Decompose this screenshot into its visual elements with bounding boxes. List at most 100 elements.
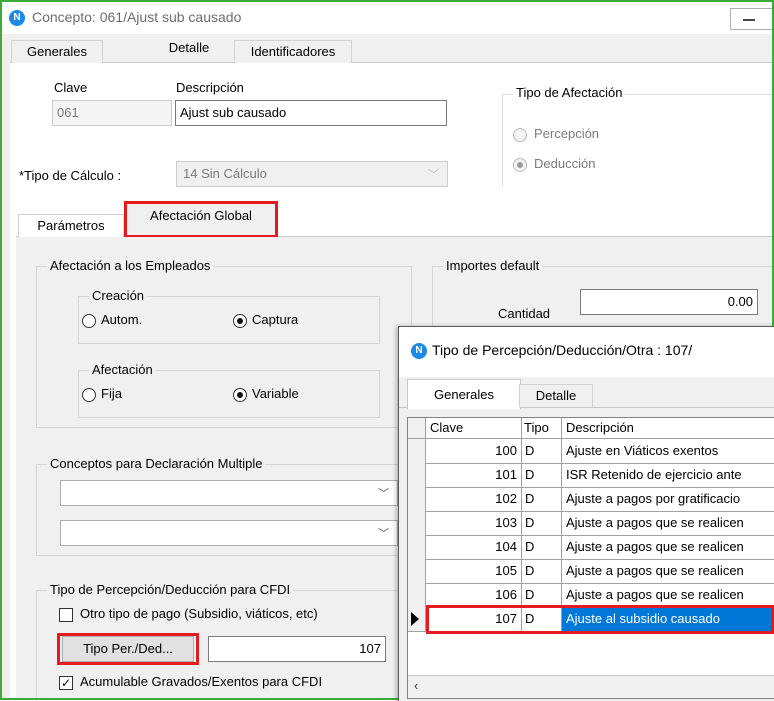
deduccion-radio[interactable] xyxy=(513,158,527,172)
autom-label: Autom. xyxy=(101,312,143,327)
clave-cell: 101 xyxy=(426,463,522,487)
descripcion-cell: Ajuste a pagos por gratificacio xyxy=(566,491,741,506)
grid-header: Clave Tipo Descripción xyxy=(408,418,774,439)
descripcion-field[interactable]: Ajust sub causado xyxy=(175,100,447,126)
table-row[interactable]: 100 D Ajuste en Viáticos exentos xyxy=(408,439,774,464)
descripcion-label: Descripción xyxy=(176,80,244,95)
declaracion-multiple-legend: Conceptos para Declaración Multiple xyxy=(47,456,266,472)
chevron-down-icon: ﹀ xyxy=(378,528,389,540)
creacion-legend: Creación xyxy=(89,288,148,304)
tipo-cell: D xyxy=(522,487,562,511)
descripcion-cell: Ajuste a pagos que se realicen xyxy=(566,587,744,602)
descripcion-cell: Ajuste en Viáticos exentos xyxy=(566,443,719,458)
tipo-calculo-value: 14 Sin Cálculo xyxy=(183,166,267,181)
clave-cell: 103 xyxy=(426,511,522,535)
tab-identificadores[interactable]: Identificadores xyxy=(234,40,352,63)
tab-detalle[interactable]: Detalle xyxy=(149,37,229,62)
afectacion-empleados-legend: Afectación a los Empleados xyxy=(47,258,214,274)
row-header xyxy=(408,439,426,463)
app-n-icon: N xyxy=(9,10,25,26)
row-header xyxy=(408,511,426,535)
window-title: Concepto: 061/Ajust sub causado xyxy=(32,9,242,25)
variable-label: Variable xyxy=(252,386,299,401)
tipo-calculo-select[interactable]: 14 Sin Cálculo ﹀ xyxy=(176,161,448,187)
chevron-down-icon: ﹀ xyxy=(378,488,389,500)
row-header xyxy=(408,463,426,487)
afectacion-legend: Afectación xyxy=(89,362,156,378)
tipo-per-ded-button[interactable]: Tipo Per./Ded... xyxy=(62,636,194,662)
tab-afectacion-global[interactable]: Afectación Global xyxy=(124,202,278,237)
afectacion-group: Afectación xyxy=(78,362,380,418)
scroll-left-icon[interactable]: ‹ xyxy=(414,678,418,693)
fija-radio[interactable] xyxy=(82,388,96,402)
descripcion-cell: Ajuste al subsidio causado xyxy=(562,607,774,631)
chevron-down-icon: ﹀ xyxy=(428,169,439,181)
variable-radio[interactable] xyxy=(233,388,247,402)
declaracion-select-1[interactable]: ﹀ xyxy=(60,480,398,506)
autom-radio[interactable] xyxy=(82,314,96,328)
table-row[interactable]: 103 D Ajuste a pagos que se realicen xyxy=(408,511,774,536)
col-tipo-header[interactable]: Tipo xyxy=(522,418,562,438)
tab-parametros[interactable]: Parámetros xyxy=(18,214,124,237)
clave-cell: 104 xyxy=(426,535,522,559)
tipo-cell: D xyxy=(522,607,562,631)
clave-cell: 107 xyxy=(426,607,522,631)
row-header xyxy=(408,487,426,511)
descripcion-cell: ISR Retenido de ejercicio ante xyxy=(566,467,742,482)
row-header-corner xyxy=(408,418,426,438)
captura-radio[interactable] xyxy=(233,314,247,328)
title-bar[interactable]: N Concepto: 061/Ajust sub causado xyxy=(2,2,772,34)
tipo-cell: D xyxy=(522,511,562,535)
importes-default-legend: Importes default xyxy=(443,258,543,274)
tipo-percepcion-dialog: N Tipo de Percepción/Deducción/Otra : 10… xyxy=(398,326,774,701)
acumulable-checkbox[interactable]: ✓ xyxy=(59,676,73,690)
row-header xyxy=(408,559,426,583)
captura-label: Captura xyxy=(252,312,299,327)
declaracion-select-2[interactable]: ﹀ xyxy=(60,520,398,546)
clave-cell: 106 xyxy=(426,583,522,607)
minimize-icon xyxy=(743,19,755,21)
cantidad-field[interactable]: 0.00 xyxy=(580,289,758,315)
horizontal-scrollbar[interactable]: ‹ xyxy=(408,675,774,698)
dialog-tab-detalle[interactable]: Detalle xyxy=(519,384,593,407)
clave-field[interactable]: 061 xyxy=(52,100,172,126)
table-row[interactable]: 105 D Ajuste a pagos que se realicen xyxy=(408,559,774,584)
table-row[interactable]: 101 D ISR Retenido de ejercicio ante xyxy=(408,463,774,488)
descripcion-cell: Ajuste a pagos que se realicen xyxy=(566,515,744,530)
otro-tipo-checkbox[interactable] xyxy=(59,608,73,622)
tipo-cell: D xyxy=(522,463,562,487)
clave-cell: 102 xyxy=(426,487,522,511)
fija-label: Fija xyxy=(101,386,122,401)
table-row[interactable]: 104 D Ajuste a pagos que se realicen xyxy=(408,535,774,560)
table-row[interactable]: 102 D Ajuste a pagos por gratificacio xyxy=(408,487,774,512)
tipo-cell: D xyxy=(522,559,562,583)
acumulable-label: Acumulable Gravados/Exentos para CFDI xyxy=(80,674,323,689)
percepcion-radio[interactable] xyxy=(513,128,527,142)
tipo-afectacion-legend: Tipo de Afectación xyxy=(513,85,626,101)
col-clave-header[interactable]: Clave xyxy=(426,418,522,438)
tipo-calculo-label: *Tipo de Cálculo : xyxy=(19,168,122,183)
table-row-selected[interactable]: 107 D Ajuste al subsidio causado xyxy=(408,607,774,632)
descripcion-cell: Ajuste a pagos que se realicen xyxy=(566,539,744,554)
deduccion-label: Deducción xyxy=(534,156,596,171)
minimize-button[interactable] xyxy=(730,8,772,30)
clave-cell: 100 xyxy=(426,439,522,463)
checkmark-icon: ✓ xyxy=(60,676,72,690)
tipo-cell: D xyxy=(522,583,562,607)
row-header xyxy=(408,583,426,607)
app-n-icon: N xyxy=(411,343,427,359)
percepcion-label: Percepción xyxy=(534,126,600,141)
tipo-cfdi-legend: Tipo de Percepción/Deducción para CFDI xyxy=(47,582,294,598)
table-row[interactable]: 106 D Ajuste a pagos que se realicen xyxy=(408,583,774,608)
otro-tipo-label: Otro tipo de pago (Subsidio, viáticos, e… xyxy=(80,606,318,621)
tipo-cell: D xyxy=(522,439,562,463)
row-header xyxy=(408,607,426,631)
tipo-cell: D xyxy=(522,535,562,559)
tab-generales[interactable]: Generales xyxy=(11,40,103,63)
row-header xyxy=(408,535,426,559)
dialog-tab-generales[interactable]: Generales xyxy=(407,379,521,409)
cantidad-label: Cantidad xyxy=(498,306,551,321)
dialog-title-bar[interactable]: N Tipo de Percepción/Deducción/Otra : 10… xyxy=(399,327,774,377)
col-descripcion-header[interactable]: Descripción xyxy=(562,418,774,438)
tipo-cfdi-value-field[interactable]: 107 xyxy=(208,636,386,662)
